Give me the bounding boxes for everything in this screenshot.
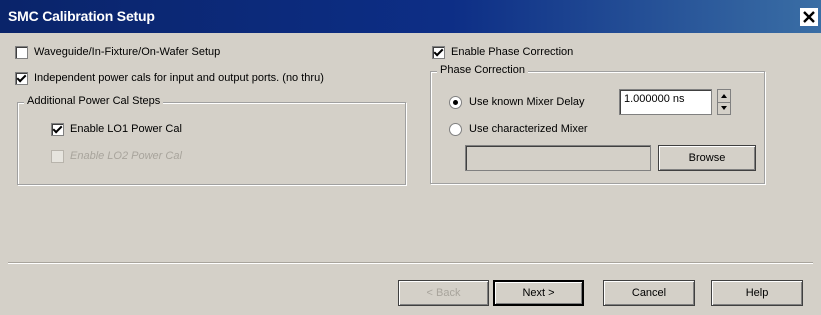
independent-power-cal-label: Independent power cals for input and out… [34,72,324,84]
next-button[interactable]: Next > [493,280,584,306]
lo1-power-cal-label: Enable LO1 Power Cal [70,123,182,135]
characterized-mixer-label: Use characterized Mixer [469,123,588,135]
back-button: < Back [398,280,489,306]
browse-button[interactable]: Browse [658,145,756,171]
waveguide-checkbox[interactable] [15,45,28,59]
lo2-power-cal-checkbox [51,149,64,163]
known-mixer-delay-radio[interactable] [449,95,462,109]
known-mixer-delay-option[interactable]: Use known Mixer Delay [449,94,585,110]
spin-up-button[interactable] [718,90,730,103]
enable-phase-correction-checkbox[interactable] [432,45,445,59]
enable-phase-correction-option[interactable]: Enable Phase Correction [432,44,573,60]
lo2-power-cal-label: Enable LO2 Power Cal [70,150,182,162]
waveguide-option[interactable]: Waveguide/In-Fixture/On-Wafer Setup [15,44,220,60]
independent-power-cal-option[interactable]: Independent power cals for input and out… [15,70,324,86]
help-button[interactable]: Help [711,280,803,306]
known-mixer-delay-label: Use known Mixer Delay [469,96,585,108]
footer-separator [8,262,813,264]
characterized-mixer-option[interactable]: Use characterized Mixer [449,121,588,137]
close-icon [803,11,815,23]
independent-power-cal-checkbox[interactable] [15,71,28,85]
lo1-power-cal-option[interactable]: Enable LO1 Power Cal [51,121,182,137]
power-cal-steps-legend: Additional Power Cal Steps [24,95,164,107]
waveguide-label: Waveguide/In-Fixture/On-Wafer Setup [34,46,221,58]
lo1-power-cal-checkbox[interactable] [51,122,64,136]
cancel-button[interactable]: Cancel [603,280,695,306]
characterized-mixer-radio[interactable] [449,122,462,136]
close-button[interactable] [800,8,818,26]
mixer-delay-input[interactable]: 1.000000 ns [619,89,712,115]
mixer-file-input[interactable] [465,145,651,171]
power-cal-steps-group: Additional Power Cal Steps [17,95,406,185]
phase-correction-legend: Phase Correction [437,64,528,76]
spin-down-button[interactable] [718,103,730,115]
arrow-up-icon [721,93,727,98]
window-title: SMC Calibration Setup [8,8,155,24]
title-bar: SMC Calibration Setup [0,0,821,33]
mixer-delay-spinner[interactable] [717,89,731,115]
smc-calibration-dialog: SMC Calibration Setup Waveguide/In-Fixtu… [0,0,821,315]
lo2-power-cal-option: Enable LO2 Power Cal [51,148,182,164]
enable-phase-correction-label: Enable Phase Correction [451,46,574,58]
arrow-down-icon [721,106,727,111]
